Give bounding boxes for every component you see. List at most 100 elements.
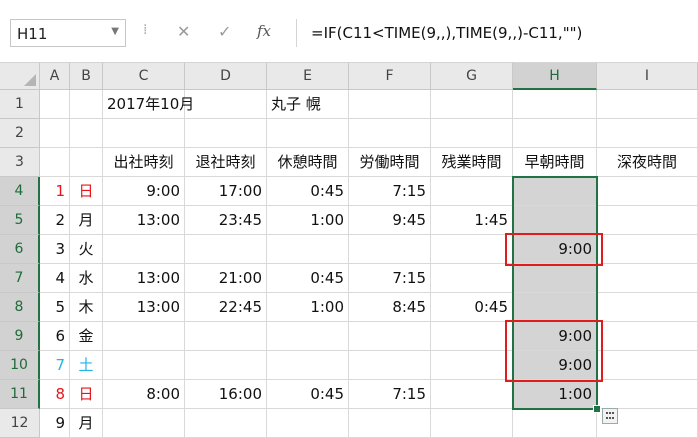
cell-h1[interactable] bbox=[513, 90, 597, 119]
cell-a9[interactable]: 6 bbox=[40, 322, 70, 351]
row-header-9[interactable]: 9 bbox=[0, 322, 40, 351]
cell-i11[interactable] bbox=[597, 380, 698, 409]
cell-c6[interactable] bbox=[103, 235, 185, 264]
chevron-down-icon[interactable]: ▼ bbox=[111, 26, 119, 37]
cell-i7[interactable] bbox=[597, 264, 698, 293]
cell-e12[interactable] bbox=[267, 409, 349, 438]
cell-g5[interactable]: 1:45 bbox=[431, 206, 513, 235]
cell-f4[interactable]: 7:15 bbox=[349, 177, 431, 206]
cell-d5[interactable]: 23:45 bbox=[185, 206, 267, 235]
cell-b11[interactable]: 日 bbox=[70, 380, 103, 409]
cell-i10[interactable] bbox=[597, 351, 698, 380]
cell-h2[interactable] bbox=[513, 119, 597, 148]
cell-h6[interactable]: 9:00 bbox=[513, 235, 597, 264]
select-all-button[interactable] bbox=[0, 62, 40, 90]
insert-function-button[interactable]: fx bbox=[257, 22, 271, 40]
cell-c5[interactable]: 13:00 bbox=[103, 206, 185, 235]
cell-d2[interactable] bbox=[185, 119, 267, 148]
cell-c10[interactable] bbox=[103, 351, 185, 380]
cell-a1[interactable] bbox=[40, 90, 70, 119]
cell-c4[interactable]: 9:00 bbox=[103, 177, 185, 206]
cell-g6[interactable] bbox=[431, 235, 513, 264]
cell-f11[interactable]: 7:15 bbox=[349, 380, 431, 409]
cell-c2[interactable] bbox=[103, 119, 185, 148]
cell-a11[interactable]: 8 bbox=[40, 380, 70, 409]
cell-f12[interactable] bbox=[349, 409, 431, 438]
cell-h5[interactable] bbox=[513, 206, 597, 235]
cell-f5[interactable]: 9:45 bbox=[349, 206, 431, 235]
cell-h8[interactable] bbox=[513, 293, 597, 322]
cell-d11[interactable]: 16:00 bbox=[185, 380, 267, 409]
cell-a5[interactable]: 2 bbox=[40, 206, 70, 235]
row-header-3[interactable]: 3 bbox=[0, 148, 40, 177]
cancel-icon[interactable]: ✕ bbox=[177, 22, 190, 41]
cell-g8[interactable]: 0:45 bbox=[431, 293, 513, 322]
column-header-f[interactable]: F bbox=[349, 62, 431, 90]
cell-g9[interactable] bbox=[431, 322, 513, 351]
cell-g11[interactable] bbox=[431, 380, 513, 409]
cell-d4[interactable]: 17:00 bbox=[185, 177, 267, 206]
column-header-a[interactable]: A bbox=[40, 62, 70, 90]
cell-g3[interactable]: 残業時間 bbox=[431, 148, 513, 177]
row-header-6[interactable]: 6 bbox=[0, 235, 40, 264]
cell-g1[interactable] bbox=[431, 90, 513, 119]
cell-e6[interactable] bbox=[267, 235, 349, 264]
cell-f1[interactable] bbox=[349, 90, 431, 119]
cell-h10[interactable]: 9:00 bbox=[513, 351, 597, 380]
column-header-c[interactable]: C bbox=[103, 62, 185, 90]
cell-i1[interactable] bbox=[597, 90, 698, 119]
cell-d12[interactable] bbox=[185, 409, 267, 438]
cell-b3[interactable] bbox=[70, 148, 103, 177]
cell-b5[interactable]: 月 bbox=[70, 206, 103, 235]
cell-c9[interactable] bbox=[103, 322, 185, 351]
row-header-1[interactable]: 1 bbox=[0, 90, 40, 119]
row-header-10[interactable]: 10 bbox=[0, 351, 40, 380]
cell-f2[interactable] bbox=[349, 119, 431, 148]
cell-f6[interactable] bbox=[349, 235, 431, 264]
cell-a3[interactable] bbox=[40, 148, 70, 177]
cell-h3[interactable]: 早朝時間 bbox=[513, 148, 597, 177]
cell-g2[interactable] bbox=[431, 119, 513, 148]
cell-h12[interactable] bbox=[513, 409, 597, 438]
row-header-4[interactable]: 4 bbox=[0, 177, 40, 206]
cell-f7[interactable]: 7:15 bbox=[349, 264, 431, 293]
cell-e10[interactable] bbox=[267, 351, 349, 380]
cell-e9[interactable] bbox=[267, 322, 349, 351]
cell-d1[interactable] bbox=[185, 90, 267, 119]
cell-a2[interactable] bbox=[40, 119, 70, 148]
column-header-h[interactable]: H bbox=[513, 62, 597, 90]
cell-f10[interactable] bbox=[349, 351, 431, 380]
cell-f3[interactable]: 労働時間 bbox=[349, 148, 431, 177]
cell-c11[interactable]: 8:00 bbox=[103, 380, 185, 409]
cell-a7[interactable]: 4 bbox=[40, 264, 70, 293]
row-header-12[interactable]: 12 bbox=[0, 409, 40, 438]
cell-e2[interactable] bbox=[267, 119, 349, 148]
cell-g7[interactable] bbox=[431, 264, 513, 293]
row-header-8[interactable]: 8 bbox=[0, 293, 40, 322]
cell-b9[interactable]: 金 bbox=[70, 322, 103, 351]
column-header-i[interactable]: I bbox=[597, 62, 698, 90]
row-header-11[interactable]: 11 bbox=[0, 380, 40, 409]
cell-d8[interactable]: 22:45 bbox=[185, 293, 267, 322]
column-header-e[interactable]: E bbox=[267, 62, 349, 90]
cell-d6[interactable] bbox=[185, 235, 267, 264]
cell-i2[interactable] bbox=[597, 119, 698, 148]
cell-g10[interactable] bbox=[431, 351, 513, 380]
row-header-7[interactable]: 7 bbox=[0, 264, 40, 293]
cell-e5[interactable]: 1:00 bbox=[267, 206, 349, 235]
cell-c8[interactable]: 13:00 bbox=[103, 293, 185, 322]
cell-i8[interactable] bbox=[597, 293, 698, 322]
cell-c12[interactable] bbox=[103, 409, 185, 438]
cell-g12[interactable] bbox=[431, 409, 513, 438]
cell-b8[interactable]: 木 bbox=[70, 293, 103, 322]
cell-d10[interactable] bbox=[185, 351, 267, 380]
cell-d3[interactable]: 退社時刻 bbox=[185, 148, 267, 177]
cell-e3[interactable]: 休憩時間 bbox=[267, 148, 349, 177]
cell-a10[interactable]: 7 bbox=[40, 351, 70, 380]
cell-b12[interactable]: 月 bbox=[70, 409, 103, 438]
cell-i6[interactable] bbox=[597, 235, 698, 264]
column-header-b[interactable]: B bbox=[70, 62, 103, 90]
formula-input[interactable]: =IF(C11<TIME(9,,),TIME(9,,)-C11,"") bbox=[296, 19, 692, 47]
cell-i5[interactable] bbox=[597, 206, 698, 235]
cell-b6[interactable]: 火 bbox=[70, 235, 103, 264]
